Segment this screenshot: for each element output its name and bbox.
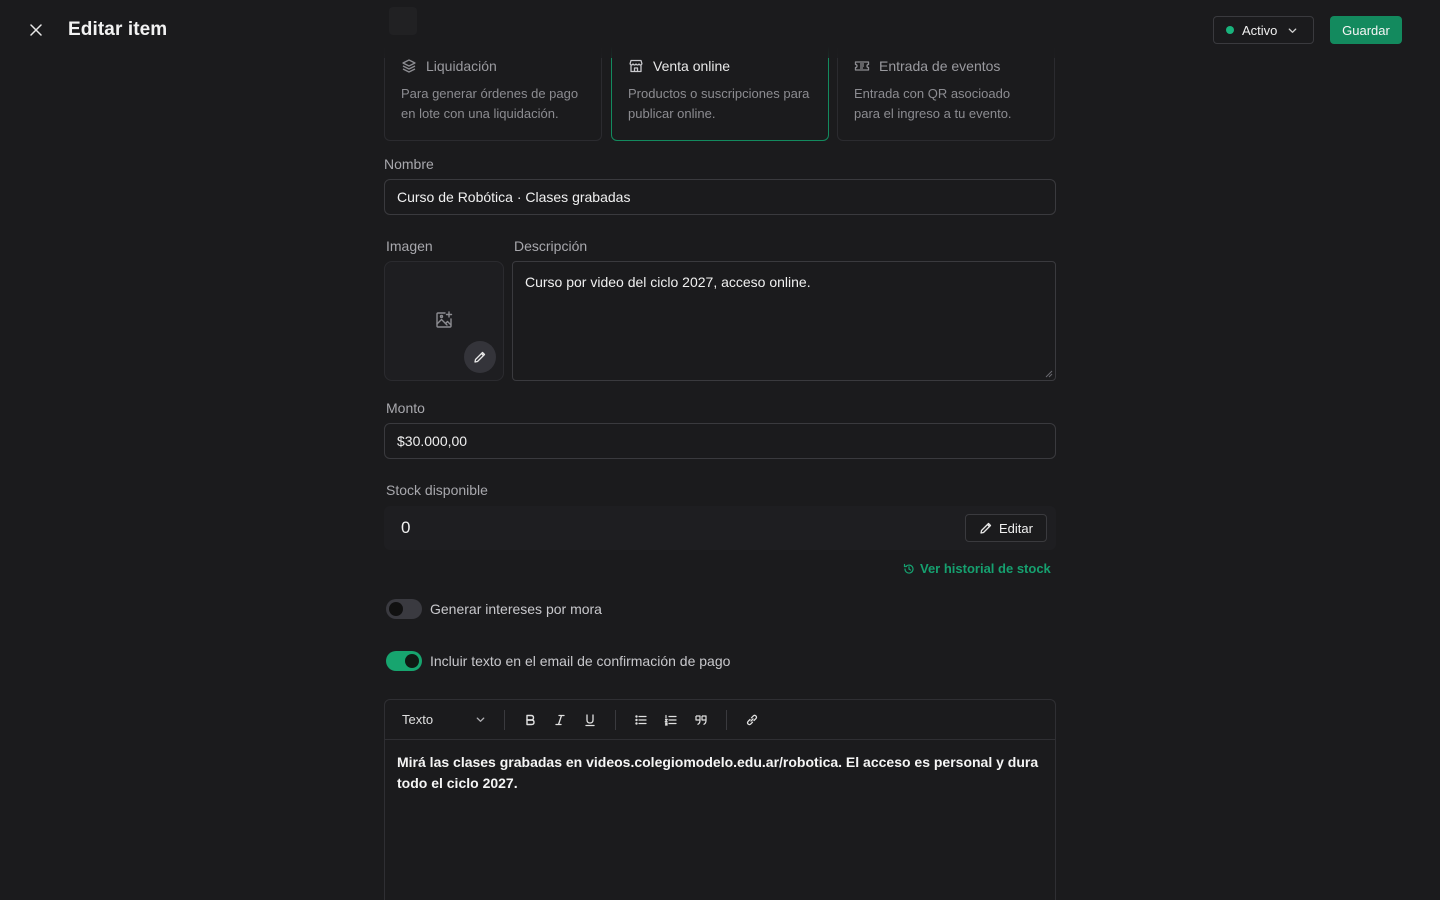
late-interest-label: Generar intereses por mora	[430, 601, 602, 617]
italic-icon	[555, 714, 565, 725]
underline-button[interactable]	[575, 705, 605, 735]
toolbar-divider	[615, 709, 616, 730]
type-card-description: Entrada con QR asocioado para el ingreso…	[854, 86, 1012, 121]
chevron-down-icon	[476, 717, 485, 722]
status-label: Activo	[1242, 22, 1278, 38]
type-card-description: Productos o suscripciones para publicar …	[628, 86, 810, 121]
bold-button[interactable]	[515, 705, 545, 735]
save-button[interactable]: Guardar	[1330, 16, 1402, 44]
stock-edit-label: Editar	[999, 520, 1033, 536]
image-upload[interactable]	[384, 261, 504, 381]
status-dropdown[interactable]: Activo	[1213, 16, 1314, 44]
underline-icon	[585, 713, 595, 726]
text-format-dropdown[interactable]: Texto	[402, 712, 488, 727]
resize-grip-icon[interactable]	[1045, 370, 1053, 378]
type-card-description: Para generar órdenes de pago en lote con…	[401, 86, 579, 121]
name-input[interactable]: Curso de Robótica · Clases grabadas	[384, 179, 1056, 215]
image-label: Imagen	[386, 238, 433, 254]
top-bar: Editar item Activo Guardar	[0, 0, 1440, 58]
type-card-title: Venta online	[653, 58, 731, 74]
email-text-label: Incluir texto en el email de confirmació…	[430, 653, 731, 669]
type-card-title: Entrada de eventos	[879, 58, 1001, 74]
toolbar-divider	[504, 709, 505, 730]
bullet-list-button[interactable]	[626, 705, 656, 735]
bullet-list-icon	[635, 714, 647, 725]
status-dot	[1226, 26, 1234, 34]
quote-button[interactable]	[686, 705, 716, 735]
close-icon	[30, 24, 42, 36]
email-text-toggle[interactable]	[386, 651, 422, 671]
amount-value: $30.000,00	[397, 433, 468, 449]
email-text-row: Incluir texto en el email de confirmació…	[386, 651, 730, 671]
type-card-title: Liquidación	[426, 58, 497, 74]
late-interest-row: Generar intereses por mora	[386, 599, 602, 619]
link-button[interactable]	[737, 705, 767, 735]
stock-history-label: Ver historial de stock	[920, 561, 1051, 576]
pencil-icon	[980, 522, 992, 534]
amount-label: Monto	[386, 400, 425, 416]
edit-image-button[interactable]	[464, 341, 496, 373]
name-value: Curso de Robótica · Clases grabadas	[397, 189, 631, 205]
page-title: Editar item	[68, 19, 168, 40]
ticket-icon	[854, 61, 870, 71]
amount-input[interactable]: $30.000,00	[384, 423, 1056, 459]
scrolled-content-fragment	[389, 7, 417, 35]
stock-history-link[interactable]: Ver historial de stock	[903, 561, 1051, 576]
description-textarea[interactable]: Curso por video del ciclo 2027, acceso o…	[512, 261, 1056, 381]
rich-text-editor: Texto Mirá las clases grabadas en videos…	[384, 699, 1056, 900]
late-interest-toggle[interactable]	[386, 599, 422, 619]
image-add-icon	[434, 310, 454, 330]
editor-content[interactable]: Mirá las clases grabadas en videos.coleg…	[385, 740, 1055, 806]
history-icon	[903, 563, 914, 574]
name-label: Nombre	[384, 156, 434, 172]
store-icon	[629, 59, 643, 73]
toolbar-divider	[726, 709, 727, 730]
italic-button[interactable]	[545, 705, 575, 735]
description-label: Descripción	[514, 238, 588, 254]
stock-edit-button[interactable]: Editar	[965, 514, 1047, 542]
pencil-icon	[474, 351, 486, 363]
description-value: Curso por video del ciclo 2027, acceso o…	[525, 274, 811, 290]
quote-icon	[695, 714, 707, 725]
close-button[interactable]	[24, 18, 48, 42]
editor-toolbar: Texto	[385, 700, 1055, 740]
numbered-list-icon	[664, 714, 677, 726]
chevron-down-icon	[1287, 25, 1298, 36]
numbered-list-button[interactable]	[656, 705, 686, 735]
bold-icon	[526, 714, 535, 725]
stock-label: Stock disponible	[386, 482, 488, 498]
layers-icon	[402, 59, 416, 73]
link-icon	[746, 714, 758, 725]
text-format-label: Texto	[402, 712, 434, 727]
stock-value: 0	[401, 518, 411, 537]
stock-row: 0 Editar	[384, 506, 1056, 550]
